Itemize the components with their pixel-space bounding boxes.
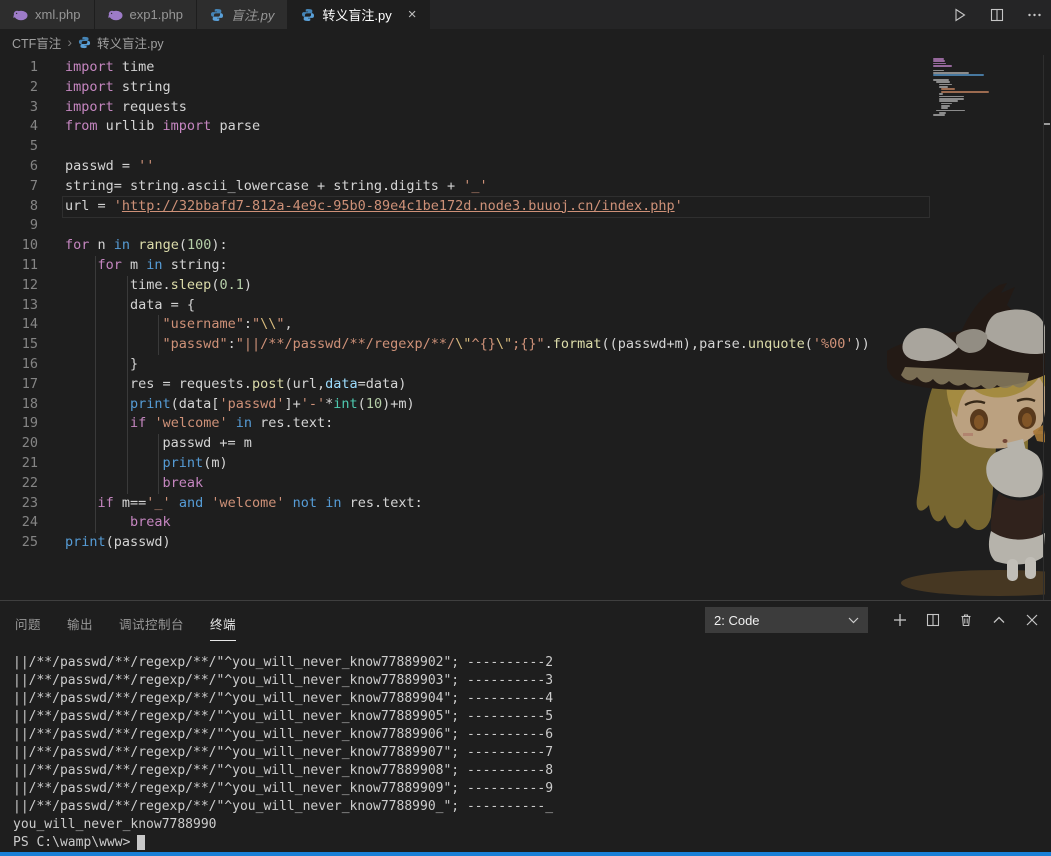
- tab-label: 盲注.py: [231, 8, 275, 23]
- tab-label: exp1.php: [129, 7, 184, 22]
- php-icon: [13, 9, 28, 21]
- terminal-line: ||/**/passwd/**/regexp/**/"^you_will_nev…: [13, 799, 554, 814]
- editor-actions: [951, 0, 1043, 29]
- overview-ruler-cursor-marker: [1044, 123, 1050, 125]
- panel-tab-输出[interactable]: 输出: [67, 601, 93, 641]
- terminal-selector-value: 2: Code: [714, 612, 760, 628]
- terminal-line: ||/**/passwd/**/regexp/**/"^you_will_nev…: [13, 655, 554, 670]
- panel-tab-bar: 问题 输出 调试控制台 终端: [2, 601, 249, 641]
- line-number: 6: [29, 157, 38, 174]
- code-line: 1 import time: [0, 58, 1051, 78]
- code-line: 4 from urllib import parse: [0, 117, 1051, 137]
- line-number: 23: [21, 494, 38, 511]
- new-terminal-icon[interactable]: [891, 611, 909, 629]
- code-line: 10 for n in range(100):: [0, 236, 1051, 256]
- close-panel-icon[interactable]: [1023, 611, 1041, 629]
- tab-exp1.php[interactable]: exp1.php: [94, 0, 198, 29]
- line-number: 5: [29, 138, 38, 155]
- line-number: 2: [29, 78, 38, 95]
- python-icon: [210, 8, 224, 22]
- character-image: [887, 283, 1045, 596]
- line-number: 1: [29, 59, 38, 75]
- kill-terminal-trash-icon[interactable]: [957, 611, 975, 629]
- line-number: 25: [21, 534, 38, 551]
- breadcrumb-separator: ›: [67, 34, 72, 50]
- breadcrumb-file[interactable]: 转义盲注.py: [97, 33, 164, 52]
- line-number: 3: [29, 98, 38, 115]
- line-number: 19: [21, 415, 38, 432]
- php-icon: [107, 9, 123, 21]
- line-number: 9: [29, 217, 38, 234]
- bottom-panel: 问题 输出 调试控制台 终端 2: Code ||/**/passwd/**/rege…: [0, 600, 1051, 852]
- tab-转义盲注.py[interactable]: 转义盲注.py ×: [288, 0, 431, 29]
- breadcrumb[interactable]: CTF盲注 › 转义盲注.py: [0, 29, 1051, 55]
- terminal-line: ||/**/passwd/**/regexp/**/"^you_will_nev…: [13, 727, 554, 742]
- line-number: 8: [29, 197, 38, 214]
- line-number: 17: [21, 375, 38, 392]
- split-terminal-icon[interactable]: [924, 611, 942, 629]
- terminal-output[interactable]: ||/**/passwd/**/regexp/**/"^you_will_nev…: [13, 654, 1047, 852]
- terminal-selector-dropdown[interactable]: 2: Code: [705, 607, 868, 633]
- line-number: 12: [21, 276, 38, 293]
- terminal-line: ||/**/passwd/**/regexp/**/"^you_will_nev…: [13, 763, 554, 778]
- line-number: 11: [21, 256, 38, 273]
- terminal-line: ||/**/passwd/**/regexp/**/"^you_will_nev…: [13, 691, 554, 706]
- tab-xml.php[interactable]: xml.php: [0, 0, 95, 29]
- code-line: 11 for m in string:: [0, 256, 1051, 276]
- maximize-panel-chevron-up-icon[interactable]: [990, 611, 1008, 629]
- code-line: 5: [0, 137, 1051, 157]
- panel-tab-调试控制台[interactable]: 调试控制台: [119, 601, 184, 641]
- line-number: 20: [21, 435, 38, 452]
- line-number: 24: [21, 514, 38, 531]
- terminal-prompt[interactable]: PS C:\wamp\www>: [13, 834, 1047, 852]
- code-line: 8 url = 'http://32bbafd7-812a-4e9c-95b0-8…: [0, 197, 1051, 217]
- line-number: 4: [29, 118, 38, 135]
- tab-盲注.py[interactable]: 盲注.py: [197, 0, 289, 29]
- terminal-line: ||/**/passwd/**/regexp/**/"^you_will_nev…: [13, 781, 554, 796]
- tab-label: xml.php: [35, 7, 81, 22]
- terminal-line: ||/**/passwd/**/regexp/**/"^you_will_nev…: [13, 709, 554, 724]
- terminal-line: ||/**/passwd/**/regexp/**/"^you_will_nev…: [13, 745, 554, 760]
- tab-label: 转义盲注.py: [322, 8, 392, 23]
- minimap[interactable]: [933, 58, 991, 117]
- line-number: 21: [21, 454, 38, 471]
- line-number: 7: [29, 177, 38, 194]
- line-number: 13: [21, 296, 38, 313]
- more-actions-icon[interactable]: [1025, 6, 1043, 24]
- chevron-down-icon: [848, 617, 859, 623]
- line-number: 22: [21, 474, 38, 491]
- line-number: 10: [21, 237, 38, 254]
- overview-ruler[interactable]: [1043, 55, 1044, 600]
- split-editor-icon[interactable]: [988, 6, 1006, 24]
- line-number: 15: [21, 336, 38, 353]
- code-line: 3 import requests: [0, 98, 1051, 118]
- code-line: 6 passwd = '': [0, 157, 1051, 177]
- code-line: 7 string= string.ascii_lowercase + string…: [0, 177, 1051, 197]
- panel-tab-终端[interactable]: 终端: [210, 601, 237, 641]
- panel-tab-问题[interactable]: 问题: [15, 601, 41, 641]
- terminal-line: ||/**/passwd/**/regexp/**/"^you_will_nev…: [13, 673, 554, 688]
- line-number: 14: [21, 316, 38, 333]
- terminal-line: you_will_never_know7788990: [13, 817, 217, 832]
- python-icon: [301, 8, 315, 22]
- code-editor[interactable]: 1 import time 2 import string 3 import reques…: [0, 55, 1051, 600]
- code-line: 9: [0, 216, 1051, 236]
- line-number: 18: [21, 395, 38, 412]
- code-line: 2 import string: [0, 78, 1051, 98]
- breadcrumb-folder[interactable]: CTF盲注: [12, 33, 61, 52]
- run-button[interactable]: [951, 6, 969, 24]
- close-tab-icon[interactable]: ×: [408, 7, 417, 22]
- editor-tab-bar: xml.php exp1.php 盲注.py 转义盲注.py ×: [0, 0, 1051, 29]
- status-bar: [0, 852, 1051, 856]
- python-icon: [78, 36, 91, 49]
- terminal-cursor: [137, 835, 146, 850]
- panel-actions: [891, 607, 1041, 633]
- line-number: 16: [21, 355, 38, 372]
